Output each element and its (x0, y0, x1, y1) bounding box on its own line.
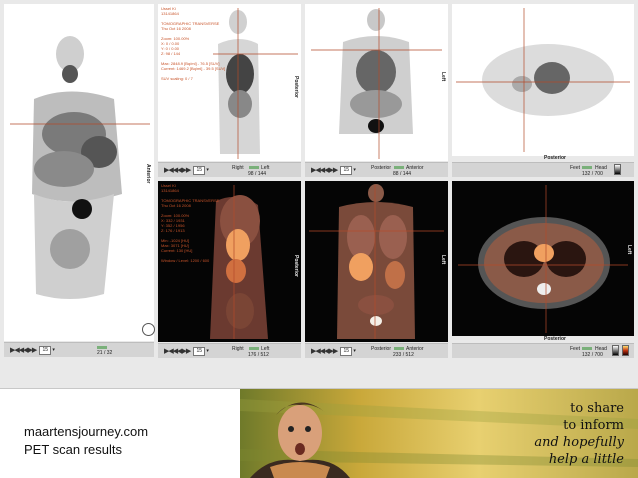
pet-axial-orientation-label: Posterior (544, 155, 566, 161)
playback-buttons[interactable]: ▶◀◀◀▶▶ (10, 346, 37, 354)
fused-coronal-controls: ▶◀◀◀▶▶ 15 ▾ Posterior Anterior 233 / 512 (305, 343, 448, 358)
playback-buttons[interactable]: ▶◀◀◀▶▶ (164, 347, 191, 355)
pet-coronal-slider[interactable] (394, 166, 404, 169)
fused-axial-controls: Feet Head 132 / 700 (452, 343, 634, 358)
chevron-down-icon[interactable]: ▾ (353, 167, 356, 173)
pet-coronal-controls: ▶◀◀◀▶▶ 15 ▾ Posterior Anterior 88 / 144 (305, 162, 448, 177)
pet-sagittal-panel[interactable]: Ussel Ki 13141864 TOMOGRAPHIC TRANSVERSE T… (158, 4, 301, 161)
playback-buttons[interactable]: ▶◀◀◀▶▶ (311, 347, 338, 355)
fused-sagittal-controls: ▶◀◀◀▶▶ 15 ▾ Right Left 176 / 512 (158, 343, 301, 358)
tagline-line-1: to share (570, 401, 624, 416)
caption-subtitle: PET scan results (24, 442, 123, 457)
pet-axial-slice-count: 132 / 700 (582, 171, 603, 177)
fused-sagittal-slider[interactable] (249, 347, 259, 350)
tagline-line-3: and hopefully (534, 435, 624, 450)
fused-coronal-orientation-label: Left (440, 255, 446, 265)
pet-sagittal-info: Ussel Ki 13141864 TOMOGRAPHIC TRANSVERSE T… (161, 6, 225, 81)
mip-slice-count: 21 / 32 (97, 350, 113, 356)
dir-left-label: Posterior (371, 165, 392, 171)
fused-sagittal-panel[interactable]: Ussel Ki 13141864 TOMOGRAPHIC TRANSVERSE T… (158, 181, 301, 342)
fused-axial-orientation-label: Left (626, 245, 632, 255)
fused-sagittal-orientation-label: Posterior (293, 255, 299, 277)
pet-sagittal-orientation-label: Posterior (293, 76, 299, 98)
info-line: Window / Level: 1200 / 600 (161, 258, 210, 263)
fused-sagittal-slice-count: 176 / 512 (248, 352, 269, 358)
mip-orientation-label: Anterior (145, 164, 151, 184)
mip-slice-slider[interactable] (97, 346, 107, 349)
circle-button-icon[interactable] (142, 323, 155, 336)
pet-coronal-image (311, 8, 442, 159)
pet-viewer: Anterior ▶◀◀◀▶▶ 15 ▾ 21 / 32 Ussel Ki 131… (0, 0, 638, 389)
pet-sagittal-slice-count: 98 / 144 (248, 171, 267, 177)
mip-image (10, 36, 150, 299)
colormap-swatch-icon[interactable] (622, 345, 629, 356)
fused-sagittal-info: Ussel Ki 13141864 TOMOGRAPHIC TRANSVERSE T… (161, 183, 219, 263)
dir-left-label: Feet (570, 346, 581, 352)
fused-sagittal-zoom-field[interactable]: 15 (193, 346, 206, 356)
caption: maartensjourney.com PET scan results (24, 423, 148, 459)
pet-axial-image (456, 8, 630, 152)
mip-controls: ▶◀◀◀▶▶ 15 ▾ 21 / 32 (4, 342, 154, 357)
fused-axial-panel[interactable]: Left (452, 181, 634, 336)
mip-zoom-field[interactable]: 15 (39, 345, 52, 355)
pet-coronal-slice-count: 88 / 144 (393, 171, 412, 177)
info-line: Current: 1469.2 [Bq/ml] - 39.5 [SUV] (161, 66, 226, 71)
colormap-swatch-icon[interactable] (614, 164, 621, 175)
fused-axial-slider[interactable] (582, 347, 592, 350)
mip-panel[interactable]: Anterior (4, 4, 154, 341)
caption-site: maartensjourney.com (24, 424, 149, 439)
playback-buttons[interactable]: ▶◀◀◀▶▶ (164, 166, 191, 174)
tagline-line-2: to inform (563, 418, 624, 433)
chevron-down-icon[interactable]: ▾ (206, 167, 209, 173)
fused-coronal-panel[interactable]: Left (305, 181, 448, 342)
dir-left-label: Posterior (371, 346, 392, 352)
chevron-down-icon[interactable]: ▾ (206, 348, 209, 354)
fused-coronal-zoom-field[interactable]: 15 (340, 346, 353, 356)
pet-axial-slider[interactable] (582, 166, 592, 169)
pet-coronal-zoom-field[interactable]: 15 (340, 165, 353, 175)
dir-left-label: Feet (570, 165, 581, 171)
tagline-line-4: help a little (548, 452, 624, 467)
colormap-swatch-icon[interactable] (612, 345, 619, 356)
fused-axial-slice-count: 132 / 700 (582, 352, 603, 358)
playback-buttons[interactable]: ▶◀◀◀▶▶ (311, 166, 338, 174)
chevron-down-icon[interactable]: ▾ (353, 348, 356, 354)
pet-sagittal-zoom-field[interactable]: 15 (193, 165, 206, 175)
fused-coronal-image (309, 184, 444, 339)
fused-coronal-slice-count: 233 / 512 (393, 352, 414, 358)
pet-axial-panel[interactable] (452, 4, 634, 156)
pet-sagittal-controls: ▶◀◀◀▶▶ 15 ▾ Right Left 98 / 144 (158, 162, 301, 177)
pet-coronal-panel[interactable]: Left (305, 4, 448, 161)
fused-axial-orientation-top: Posterior (544, 336, 566, 342)
tagline: to share to inform and hopefully help a … (534, 400, 624, 468)
info-line: SUV scaling: 0 / 7 (161, 76, 193, 81)
dir-left-label: Right (232, 346, 244, 352)
pet-axial-controls: Feet Head 132 / 700 (452, 162, 634, 177)
pet-sagittal-slider[interactable] (249, 166, 259, 169)
fused-coronal-slider[interactable] (394, 347, 404, 350)
pet-coronal-orientation-label: Left (440, 72, 446, 82)
chevron-down-icon[interactable]: ▾ (52, 347, 55, 353)
fused-axial-image (458, 185, 628, 333)
dir-left-label: Right (232, 165, 244, 171)
